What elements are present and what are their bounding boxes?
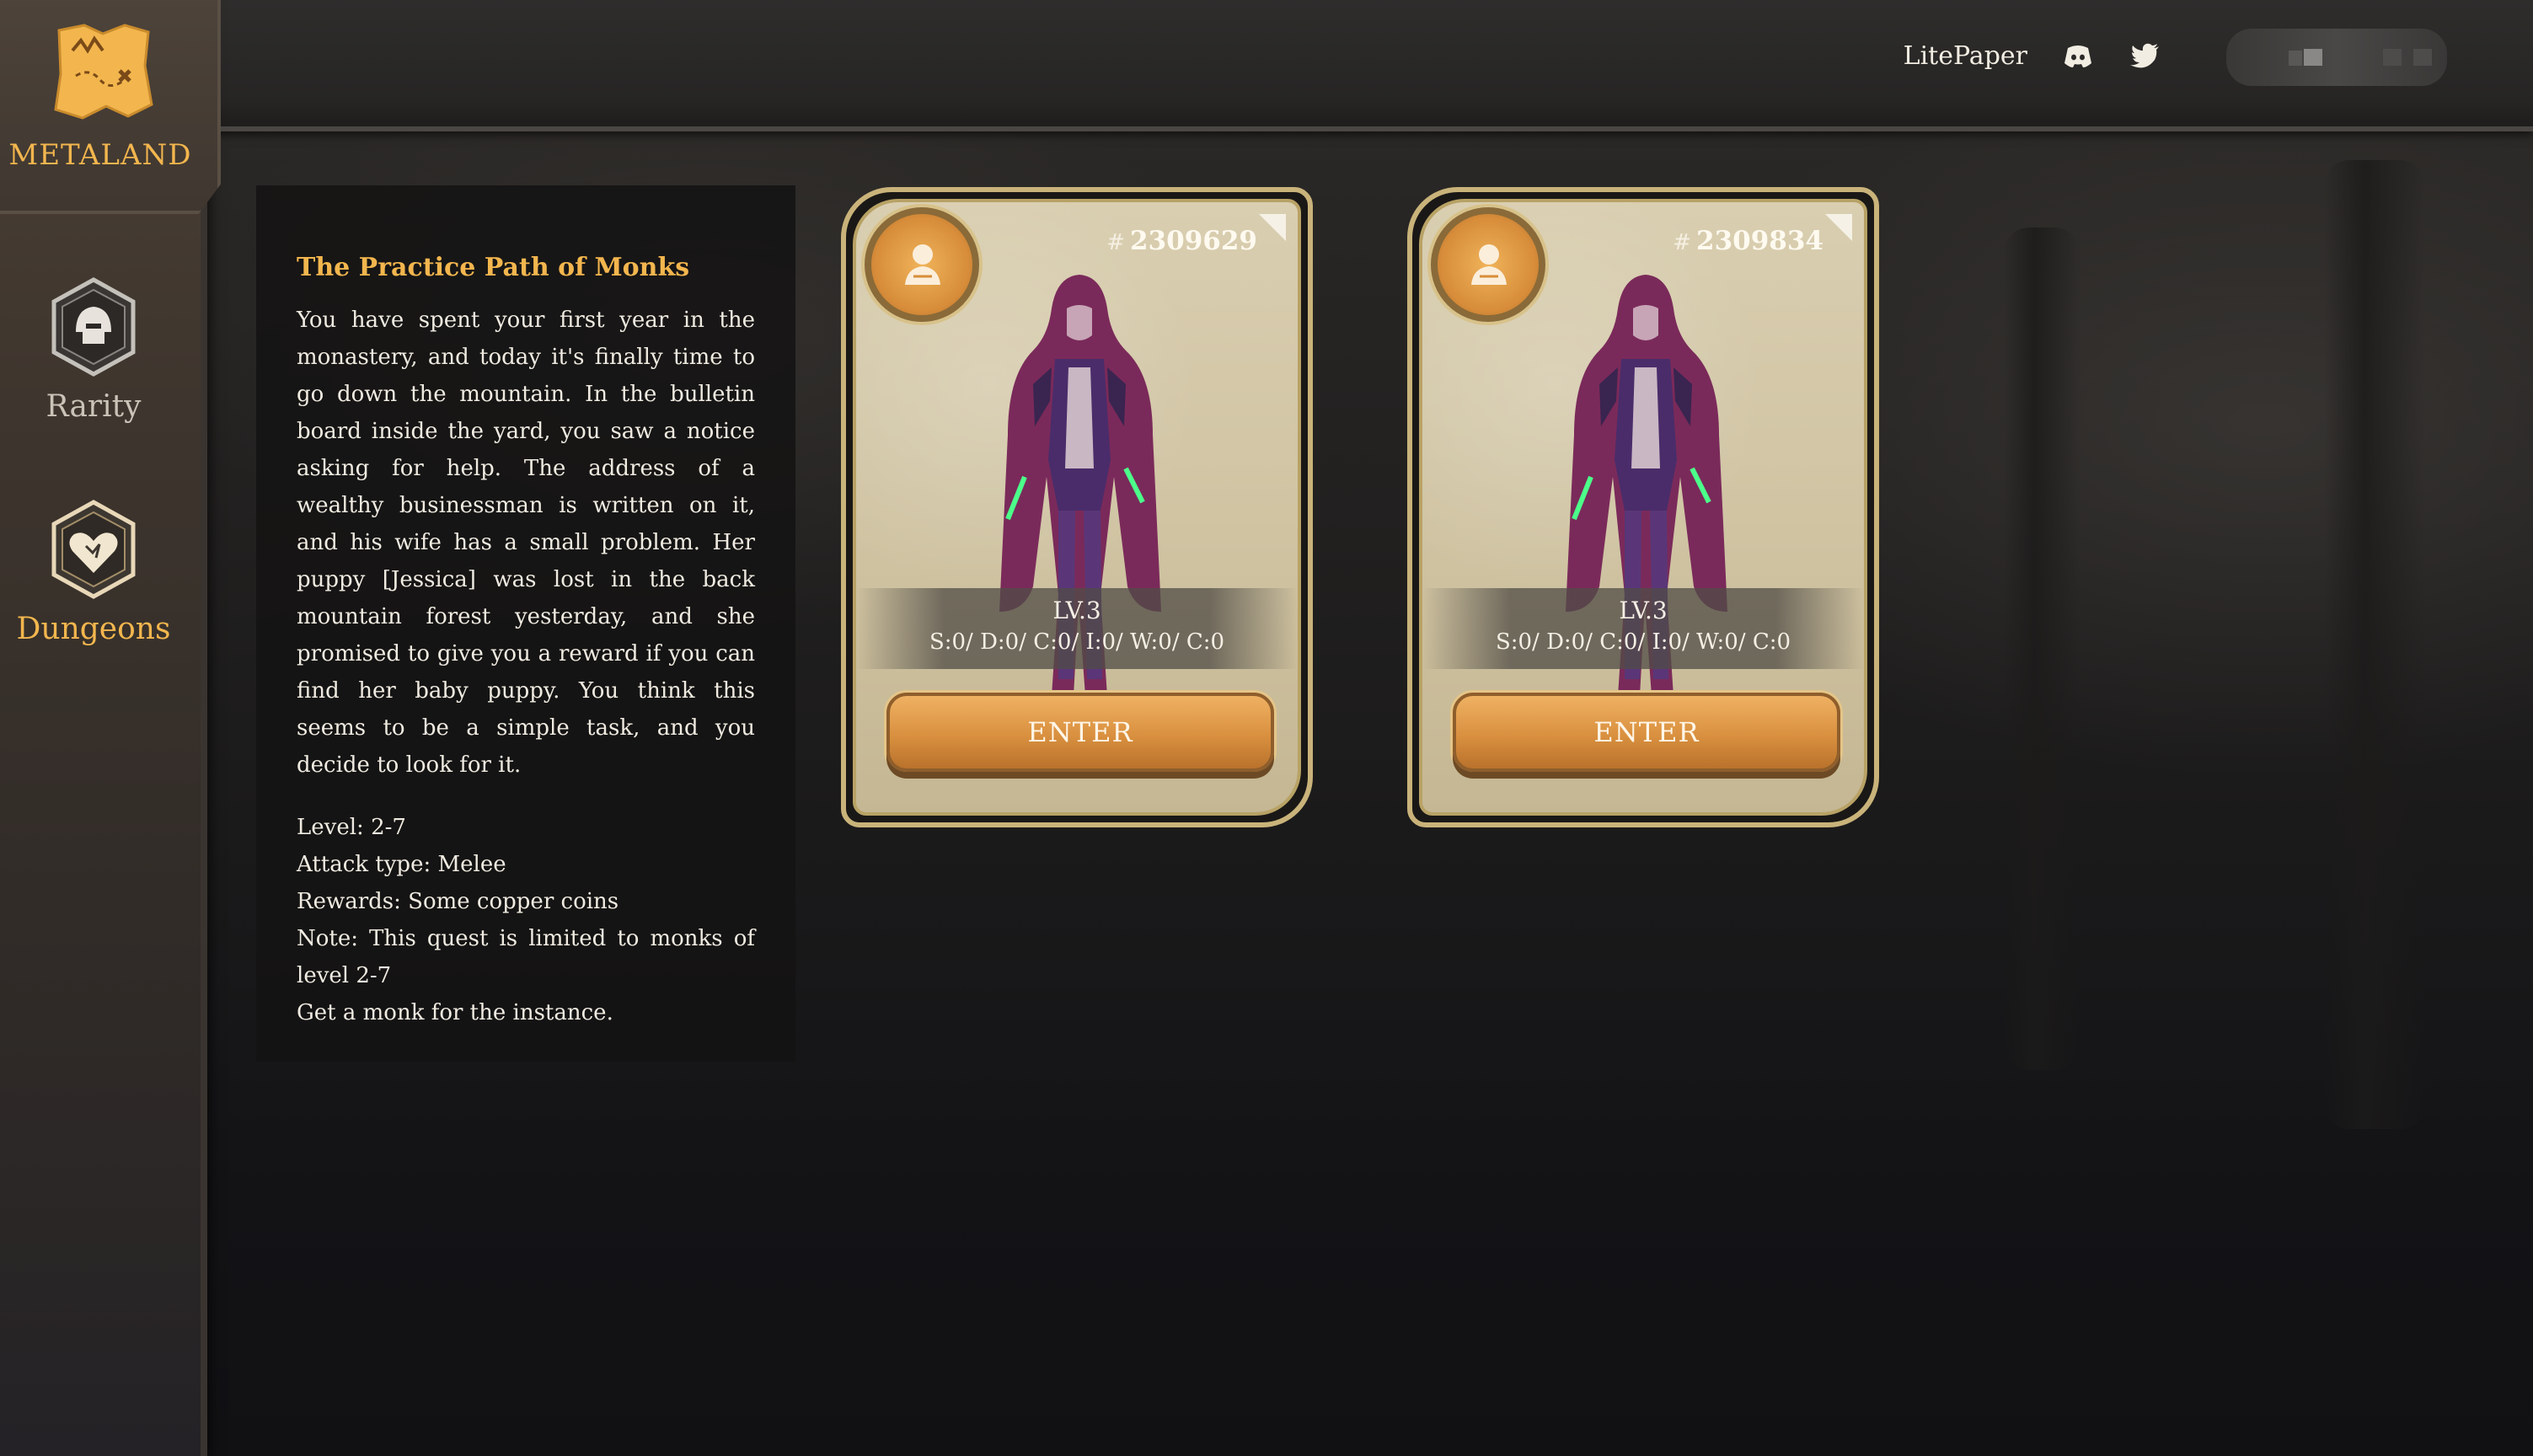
- class-badge: [865, 207, 979, 322]
- quest-cta: Get a monk for the instance.: [297, 1000, 613, 1025]
- wallet-button[interactable]: [2226, 29, 2447, 86]
- quest-rewards: Rewards: Some copper coins: [297, 889, 619, 914]
- sidebar-item-label: Rarity: [46, 389, 142, 424]
- hash-symbol: #: [1106, 230, 1125, 255]
- litepaper-link[interactable]: LitePaper: [1904, 41, 2027, 71]
- hero-card-body: #2309834 LV.3 S:0/ D:0/ C:0/ I:0/ W:0/ C…: [1419, 199, 1867, 816]
- quest-panel: The Practice Path of Monks You have spen…: [256, 185, 795, 1062]
- sidebar: METALAND Rarity Dungeons: [0, 0, 221, 1456]
- enter-button[interactable]: ENTER: [886, 693, 1274, 772]
- hero-id-number: 2309834: [1696, 226, 1823, 256]
- sidebar-item-dungeons[interactable]: Dungeons: [0, 499, 187, 646]
- quest-description: You have spent your first year in the mo…: [297, 308, 755, 778]
- monk-icon: [1471, 244, 1507, 285]
- top-header: LitePaper: [201, 0, 2533, 131]
- card-corner: [1825, 214, 1852, 241]
- wallet-redacted-block: [2289, 51, 2302, 66]
- quest-level: Level: 2-7: [297, 815, 406, 840]
- wallet-redacted-block: [2413, 49, 2432, 66]
- header-nav: LitePaper: [1904, 35, 2162, 76]
- hero-card[interactable]: #2309834 LV.3 S:0/ D:0/ C:0/ I:0/ W:0/ C…: [1407, 187, 1879, 827]
- hash-symbol: #: [1673, 230, 1691, 255]
- background-pillar: [2004, 228, 2080, 1070]
- discord-icon[interactable]: [2061, 39, 2095, 72]
- brand-name: METALAND: [8, 138, 192, 172]
- background-pillar: [2324, 160, 2425, 1129]
- logo[interactable]: METALAND: [0, 0, 221, 214]
- hero-id: #2309834: [1673, 226, 1823, 256]
- hero-level: LV.3: [1619, 597, 1668, 624]
- hero-id: #2309629: [1106, 226, 1257, 256]
- quest-details: Level: 2-7 Attack type: Melee Rewards: S…: [297, 809, 755, 1031]
- twitter-icon[interactable]: [2129, 39, 2162, 72]
- hero-attributes: S:0/ D:0/ C:0/ I:0/ W:0/ C:0: [929, 629, 1225, 655]
- wallet-redacted-block: [2383, 49, 2402, 66]
- hero-card-body: #2309629 LV.3 S:0/ D:0/ C:0/ I:0/ W:0/ C…: [853, 199, 1301, 816]
- sidebar-item-rarity[interactable]: Rarity: [0, 276, 187, 424]
- enter-button[interactable]: ENTER: [1453, 693, 1840, 772]
- card-corner: [1259, 214, 1286, 241]
- heart-shield-icon: [51, 500, 136, 599]
- wallet-redacted-block: [2304, 49, 2322, 66]
- quest-attack-type: Attack type: Melee: [297, 852, 506, 877]
- treasure-map-icon: [54, 24, 153, 120]
- hero-level: LV.3: [1052, 597, 1101, 624]
- helmet-icon: [51, 277, 136, 377]
- sidebar-item-label: Dungeons: [16, 612, 171, 646]
- quest-note: Note: This quest is limited to monks of …: [297, 926, 755, 988]
- hero-attributes: S:0/ D:0/ C:0/ I:0/ W:0/ C:0: [1495, 629, 1791, 655]
- monk-icon: [905, 244, 940, 285]
- class-badge: [1431, 207, 1545, 322]
- quest-title: The Practice Path of Monks: [297, 253, 690, 282]
- hero-stats: LV.3 S:0/ D:0/ C:0/ I:0/ W:0/ C:0: [1422, 588, 1864, 669]
- hero-id-number: 2309629: [1130, 226, 1257, 256]
- hero-card[interactable]: #2309629 LV.3 S:0/ D:0/ C:0/ I:0/ W:0/ C…: [841, 187, 1313, 827]
- hero-stats: LV.3 S:0/ D:0/ C:0/ I:0/ W:0/ C:0: [856, 588, 1298, 669]
